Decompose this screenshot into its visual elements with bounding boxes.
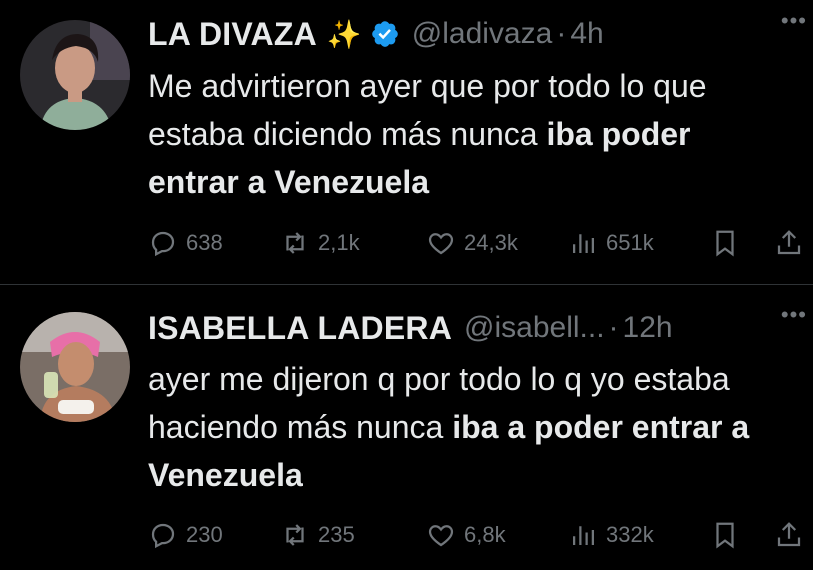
tweet-header: LA DIVAZA ✨ @ladivaza · 4h: [148, 14, 793, 54]
tweet-2[interactable]: ISABELLA LADERA @isabell... · 12h ••• ay…: [0, 288, 813, 570]
action-bar: 638 2,1k 24,3k 651k: [148, 222, 807, 262]
reply-icon: [151, 523, 175, 549]
separator-dot: ·: [608, 311, 619, 344]
bookmark-button[interactable]: [710, 520, 740, 550]
reply-button[interactable]: 230: [148, 520, 223, 550]
more-icon[interactable]: •••: [781, 302, 807, 328]
retweet-button[interactable]: 235: [280, 520, 355, 550]
timestamp[interactable]: 12h: [623, 311, 673, 345]
tweet-divider: [0, 284, 813, 285]
reply-button[interactable]: 638: [148, 228, 223, 258]
like-button[interactable]: 6,8k: [426, 520, 506, 550]
verified-icon: [371, 21, 398, 47]
more-icon[interactable]: •••: [781, 8, 807, 34]
like-icon: [428, 233, 454, 255]
avatar-isabella-ladera[interactable]: [20, 312, 130, 422]
reply-icon: [151, 231, 175, 257]
separator-dot: ·: [556, 17, 567, 50]
retweet-button[interactable]: 2,1k: [280, 228, 360, 258]
reply-count: 638: [186, 230, 223, 255]
view-count: 332k: [606, 522, 654, 547]
handle[interactable]: @isabell...: [464, 311, 605, 345]
views-icon: [573, 526, 594, 545]
timestamp[interactable]: 4h: [570, 17, 603, 51]
tweet-1[interactable]: LA DIVAZA ✨ @ladivaza · 4h ••• Me advirt…: [0, 0, 813, 282]
retweet-icon: [286, 232, 304, 254]
share-icon: [777, 522, 801, 547]
views-button[interactable]: 651k: [568, 228, 654, 258]
display-name[interactable]: LA DIVAZA: [148, 16, 317, 53]
share-button[interactable]: [774, 520, 804, 550]
bookmark-icon: [716, 230, 734, 257]
tweet-text: Me advirtieron ayer que por todo lo que …: [148, 62, 777, 206]
retweet-icon: [286, 524, 304, 546]
retweet-count: 2,1k: [318, 230, 360, 255]
views-icon: [573, 234, 594, 253]
retweet-count: 235: [318, 522, 355, 547]
sparkles-emoji: ✨: [326, 18, 362, 50]
like-count: 6,8k: [464, 522, 506, 547]
like-count: 24,3k: [464, 230, 518, 255]
display-name[interactable]: ISABELLA LADERA: [148, 310, 452, 347]
like-button[interactable]: 24,3k: [426, 228, 518, 258]
tweet-text: ayer me dijeron q por todo lo q yo estab…: [148, 355, 777, 499]
share-button[interactable]: [774, 228, 804, 258]
bookmark-icon: [716, 522, 734, 549]
avatar-ladivaza[interactable]: [20, 20, 130, 130]
view-count: 651k: [606, 230, 654, 255]
bookmark-button[interactable]: [710, 228, 740, 258]
tweet-header: ISABELLA LADERA @isabell... · 12h: [148, 308, 793, 348]
action-bar: 230 235 6,8k 332k: [148, 514, 807, 554]
views-button[interactable]: 332k: [568, 520, 654, 550]
share-icon: [777, 230, 801, 255]
like-icon: [428, 525, 454, 547]
reply-count: 230: [186, 522, 223, 547]
handle[interactable]: @ladivaza: [412, 17, 553, 51]
